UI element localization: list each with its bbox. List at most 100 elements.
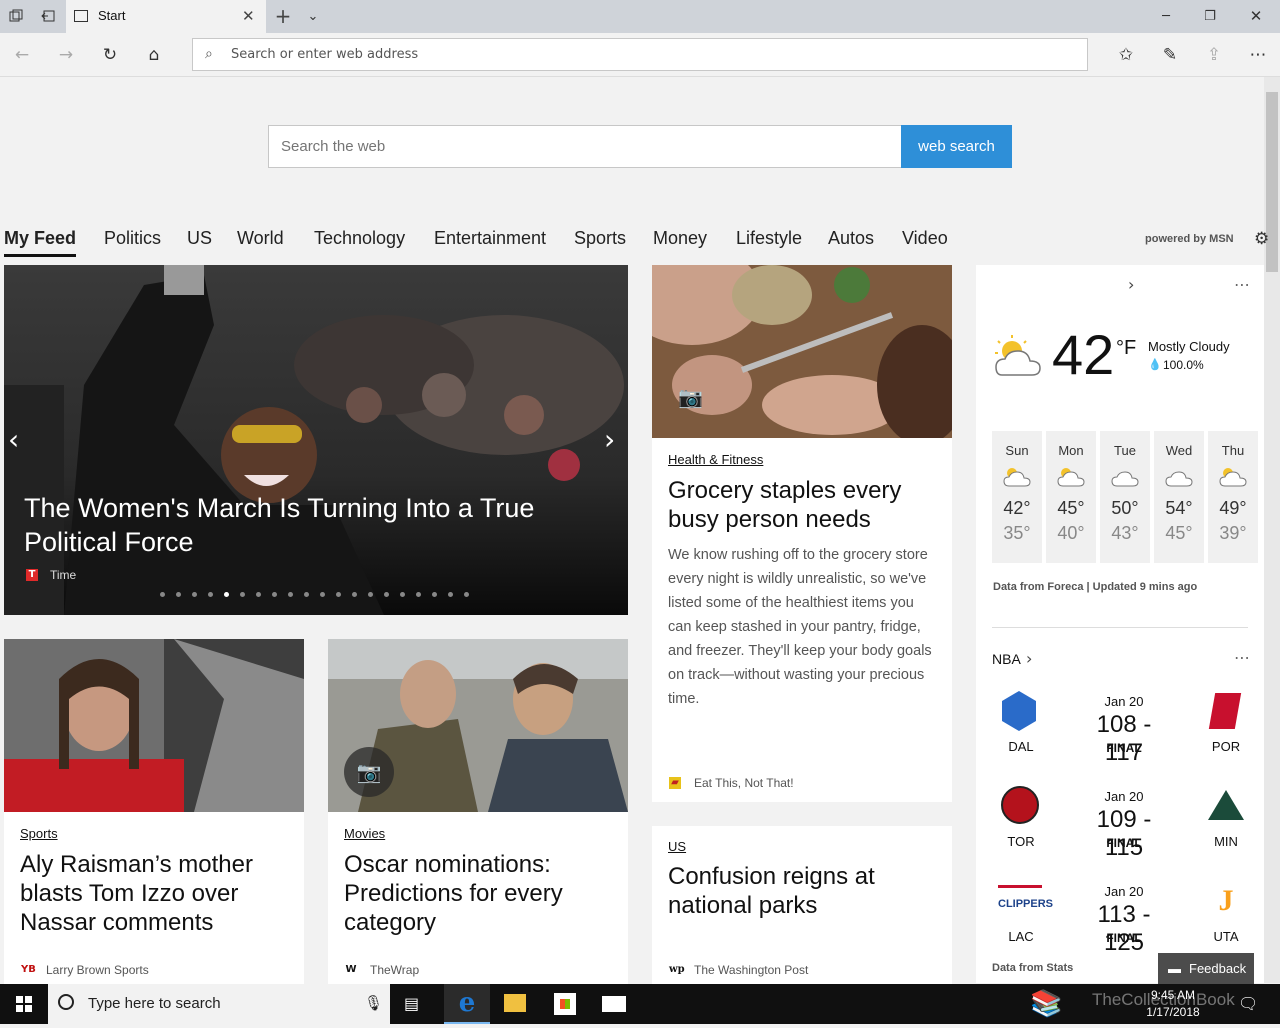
- carousel-dot[interactable]: [272, 592, 277, 597]
- gear-icon[interactable]: ⚙: [1254, 229, 1269, 249]
- article-card-oscar[interactable]: 📷 Movies Oscar nominations: Predictions …: [328, 639, 628, 984]
- card-category[interactable]: Sports: [20, 826, 58, 841]
- web-search-field[interactable]: [268, 125, 902, 168]
- carousel-dot[interactable]: [400, 592, 405, 597]
- tab-politics[interactable]: Politics: [104, 228, 161, 249]
- article-card-parks[interactable]: US Confusion reigns at national parks wp…: [652, 826, 952, 984]
- hero-carousel[interactable]: ‹ › The Women's March Is Turning Into a …: [4, 265, 628, 615]
- forecast-day-name: Thu: [1221, 443, 1245, 458]
- card-category[interactable]: US: [668, 839, 686, 854]
- share-icon[interactable]: ⇪: [1194, 33, 1234, 77]
- tab-technology[interactable]: Technology: [314, 228, 405, 249]
- task-view-icon[interactable]: ▤: [404, 994, 426, 1014]
- carousel-prev-icon[interactable]: ‹: [8, 423, 19, 456]
- carousel-dot[interactable]: [384, 592, 389, 597]
- tab-money[interactable]: Money: [653, 228, 707, 249]
- notes-pen-icon[interactable]: ✎: [1150, 33, 1190, 77]
- chevron-right-icon[interactable]: ›: [1128, 275, 1134, 294]
- tab-world[interactable]: World: [237, 228, 284, 249]
- carousel-dot[interactable]: [288, 592, 293, 597]
- carousel-dot[interactable]: [208, 592, 213, 597]
- card-headline[interactable]: Grocery staples every busy person needs: [668, 476, 938, 534]
- tab-start[interactable]: Start ✕: [66, 0, 266, 33]
- tab-video[interactable]: Video: [902, 228, 948, 249]
- minimize-icon[interactable]: ─: [1146, 0, 1186, 33]
- card-headline[interactable]: Confusion reigns at national parks: [668, 862, 938, 920]
- home-icon[interactable]: ⌂: [134, 33, 174, 77]
- clock-date[interactable]: 1/17/2018: [1118, 1005, 1228, 1019]
- game-status: FINAL: [1106, 931, 1142, 945]
- address-bar[interactable]: ⌕ Search or enter web address: [192, 38, 1088, 71]
- windows-start-icon[interactable]: [0, 984, 48, 1024]
- carousel-dot[interactable]: [224, 592, 229, 597]
- back-icon[interactable]: ←: [2, 33, 42, 77]
- tab-us[interactable]: US: [187, 228, 212, 249]
- mail-icon[interactable]: [602, 996, 626, 1012]
- microphone-icon[interactable]: 🎙: [364, 994, 383, 1012]
- carousel-dot[interactable]: [256, 592, 261, 597]
- tab-entertainment[interactable]: Entertainment: [434, 228, 546, 249]
- restore-icon[interactable]: ❐: [1190, 0, 1230, 33]
- more-icon[interactable]: ⋯: [1238, 33, 1278, 77]
- carousel-dot[interactable]: [352, 592, 357, 597]
- carousel-dot[interactable]: [448, 592, 453, 597]
- carousel-dot[interactable]: [160, 592, 165, 597]
- start-page-icon: [74, 10, 88, 22]
- carousel-dot[interactable]: [304, 592, 309, 597]
- nba-game[interactable]: TOR Jan 20 109 - 115 FINAL MIN: [990, 784, 1260, 874]
- article-card-grocery[interactable]: 📷 Health & Fitness Grocery staples every…: [652, 265, 952, 802]
- card-headline[interactable]: Oscar nominations: Predictions for every…: [344, 850, 566, 937]
- tab-my-feed[interactable]: My Feed: [4, 228, 76, 249]
- carousel-dot[interactable]: [336, 592, 341, 597]
- chevron-down-icon[interactable]: ⌄: [298, 0, 328, 33]
- forecast-day[interactable]: Mon 45° 40°: [1046, 431, 1096, 563]
- temp-unit[interactable]: °F: [1116, 337, 1136, 360]
- card-category[interactable]: Movies: [344, 826, 385, 841]
- carousel-next-icon[interactable]: ›: [604, 423, 615, 456]
- tab-lifestyle[interactable]: Lifestyle: [736, 228, 802, 249]
- store-icon[interactable]: [554, 993, 576, 1015]
- carousel-dot[interactable]: [464, 592, 469, 597]
- nba-title[interactable]: NBA: [992, 651, 1021, 667]
- carousel-dot[interactable]: [432, 592, 437, 597]
- more-options-icon[interactable]: ⋯: [1234, 648, 1250, 667]
- carousel-dot[interactable]: [416, 592, 421, 597]
- eat-this-logo-icon: ▰: [669, 777, 681, 789]
- more-options-icon[interactable]: ⋯: [1234, 275, 1250, 294]
- feedback-button[interactable]: ▬ Feedback: [1158, 953, 1254, 984]
- clock-time[interactable]: 9:45 AM: [1118, 988, 1228, 1002]
- nba-game[interactable]: DAL Jan 20 108 - 117 FINAL POR: [990, 689, 1260, 779]
- carousel-dot[interactable]: [320, 592, 325, 597]
- chevron-right-icon[interactable]: ›: [1026, 649, 1032, 668]
- tab-sports[interactable]: Sports: [574, 228, 626, 249]
- close-tab-icon[interactable]: ✕: [242, 0, 255, 32]
- article-card-raisman[interactable]: Sports Aly Raisman’s mother blasts Tom I…: [4, 639, 304, 984]
- forecast-day[interactable]: Thu 49° 39°: [1208, 431, 1258, 563]
- carousel-dot[interactable]: [176, 592, 181, 597]
- forward-icon[interactable]: →: [46, 33, 86, 77]
- forecast-day[interactable]: Tue 50° 43°: [1100, 431, 1150, 563]
- new-tab-icon[interactable]: +: [268, 0, 298, 33]
- taskbar-search[interactable]: Type here to search 🎙: [48, 984, 390, 1024]
- forecast-day[interactable]: Wed 54° 45°: [1154, 431, 1204, 563]
- carousel-dot[interactable]: [368, 592, 373, 597]
- tab-preview-icon[interactable]: [0, 0, 32, 36]
- web-search-button[interactable]: web search: [901, 125, 1012, 168]
- favorites-icon[interactable]: ✩: [1106, 33, 1146, 77]
- edge-taskbar-icon[interactable]: e: [444, 984, 490, 1024]
- close-window-icon[interactable]: ✕: [1236, 0, 1276, 33]
- carousel-dot[interactable]: [240, 592, 245, 597]
- action-center-icon[interactable]: 🗨: [1238, 994, 1258, 1013]
- tab-title: Start: [98, 8, 126, 23]
- divider: [992, 627, 1248, 628]
- forecast-day[interactable]: Sun 42° 35°: [992, 431, 1042, 563]
- tab-autos[interactable]: Autos: [828, 228, 874, 249]
- web-search-input[interactable]: [269, 126, 901, 167]
- refresh-icon[interactable]: ↻: [90, 33, 130, 77]
- carousel-dot[interactable]: [192, 592, 197, 597]
- card-headline[interactable]: Aly Raisman’s mother blasts Tom Izzo ove…: [20, 850, 290, 937]
- card-category[interactable]: Health & Fitness: [668, 452, 763, 467]
- set-aside-tabs-icon[interactable]: [32, 0, 64, 36]
- hero-headline[interactable]: The Women's March Is Turning Into a True…: [24, 491, 584, 559]
- file-explorer-icon[interactable]: [504, 994, 526, 1012]
